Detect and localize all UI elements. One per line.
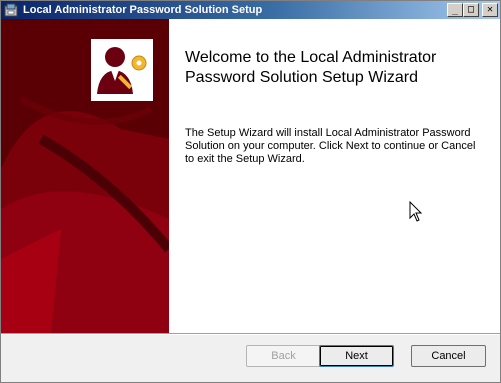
admin-key-icon [91,39,153,101]
cancel-button[interactable]: Cancel [411,345,486,367]
wizard-footer: Back Next Cancel [1,335,500,382]
setup-window: Local Administrator Password Solution Se… [0,0,501,383]
back-button[interactable]: Back [246,345,321,367]
wizard-description: The Setup Wizard will install Local Admi… [185,127,476,165]
minimize-button[interactable]: _ [447,3,463,17]
maximize-button[interactable]: □ [463,3,479,17]
wizard-heading: Welcome to the Local Administrator Passw… [185,49,437,86]
next-button[interactable]: Next [319,345,394,367]
wizard-banner [1,19,169,333]
close-button[interactable]: ✕ [482,3,498,17]
mouse-cursor-icon [409,201,423,222]
window-title: Local Administrator Password Solution Se… [23,4,263,16]
installer-icon [4,3,18,17]
wizard-content: Welcome to the Local Administrator Passw… [1,19,500,333]
title-bar[interactable]: Local Administrator Password Solution Se… [1,1,500,19]
